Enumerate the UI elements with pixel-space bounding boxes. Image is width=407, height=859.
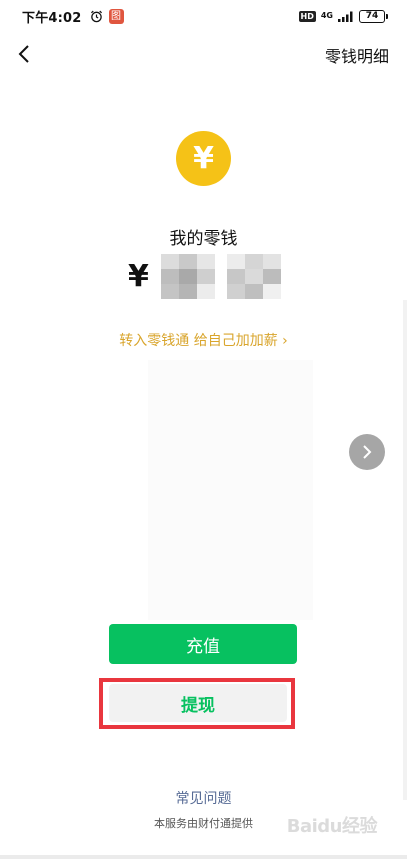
chevron-right-icon — [363, 445, 372, 459]
status-right-icons: HD 4G 74 — [298, 9, 388, 23]
network-label: 4G — [320, 11, 333, 20]
battery-icon: 74 — [359, 9, 388, 23]
nav-bar: 零钱明细 — [0, 32, 407, 76]
bottom-divider — [0, 855, 407, 859]
status-bar: 下午4:02 图 HD 4G 74 — [0, 0, 407, 32]
promo-link[interactable]: 转入零钱通 给自己加加薪 › — [0, 330, 407, 350]
edge-shade — [403, 300, 407, 800]
topup-button[interactable]: 充值 — [109, 624, 297, 664]
hd-badge: HD — [298, 10, 316, 22]
background-panel — [148, 360, 313, 620]
status-time: 下午4:02 — [22, 10, 82, 26]
coin-icon: ¥ — [176, 131, 231, 186]
back-button[interactable] — [8, 38, 40, 70]
alarm-icon — [90, 10, 102, 22]
wallet-title: 我的零钱 — [169, 229, 238, 249]
app-notification-icon: 图 — [108, 8, 124, 24]
withdraw-button[interactable]: 提现 — [109, 684, 287, 722]
chevron-left-icon — [18, 45, 29, 63]
next-page-button[interactable] — [349, 434, 385, 470]
watermark: Baidu经验 — [286, 816, 378, 837]
balance-amount: ¥ — [128, 252, 281, 300]
signal-icon — [338, 11, 353, 22]
faq-link[interactable]: 常见问题 — [0, 788, 407, 808]
currency-sign: ¥ — [128, 258, 149, 294]
status-left-icons: 图 — [90, 8, 124, 24]
mosaic-block — [226, 253, 281, 299]
transactions-link[interactable]: 零钱明细 — [325, 43, 389, 67]
mosaic-block — [160, 253, 215, 299]
balance-mosaic — [160, 253, 281, 299]
